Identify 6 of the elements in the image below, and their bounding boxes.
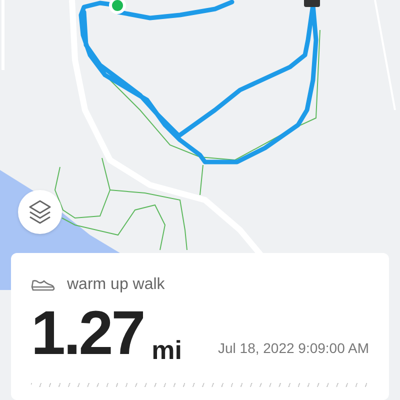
activity-date: Jul 18, 2022 9:09:00 AM <box>218 339 369 358</box>
distance-value: 1.27 <box>31 303 144 365</box>
distance-unit: mi <box>152 337 182 363</box>
shoe-icon <box>31 278 55 292</box>
layers-icon <box>28 199 52 225</box>
activity-name: warm up walk <box>67 275 165 295</box>
